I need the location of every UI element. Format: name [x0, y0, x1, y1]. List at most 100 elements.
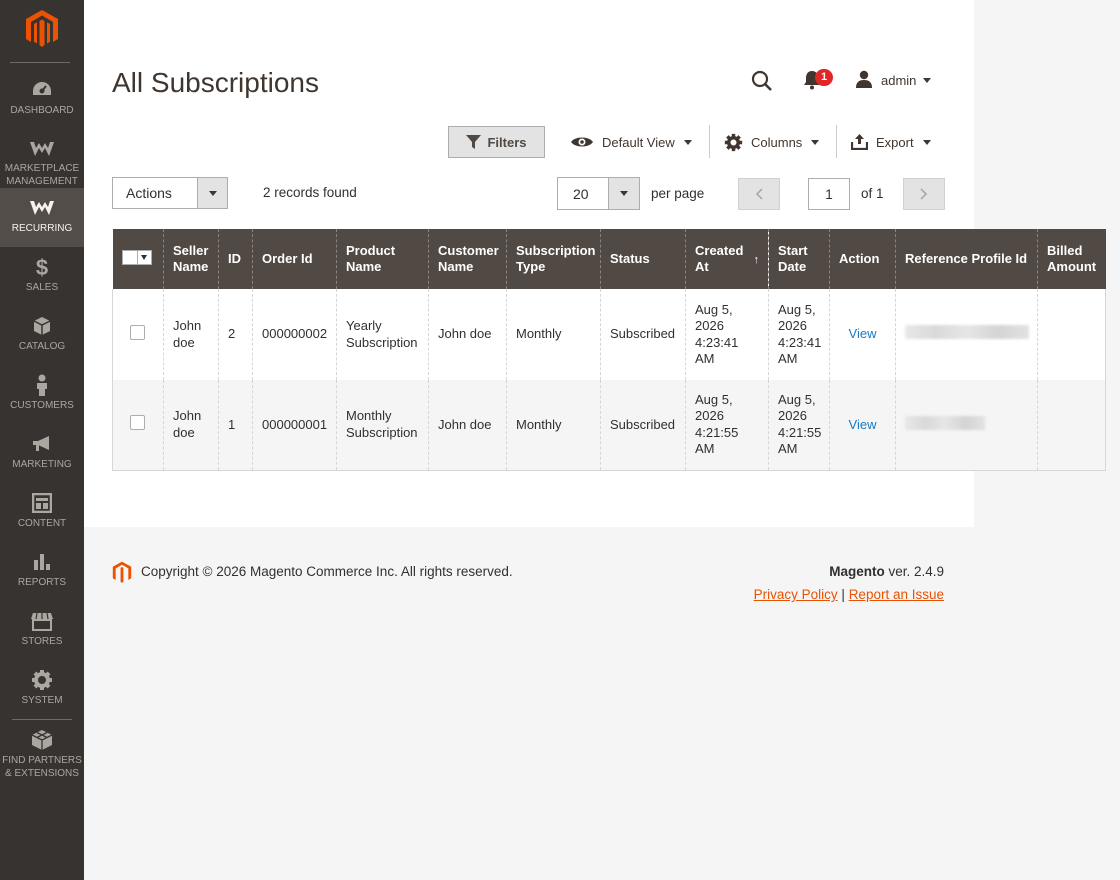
view-link[interactable]: View [849, 417, 877, 432]
sidebar-item-label: CONTENT [17, 518, 67, 529]
mass-select-checkbox[interactable] [121, 250, 152, 265]
redacted-value [905, 415, 985, 430]
report-issue-link[interactable]: Report an Issue [849, 587, 944, 602]
cell-reference-profile-id [895, 289, 1038, 380]
chevron-down-icon [683, 139, 692, 145]
column-header-order-id[interactable]: Order Id [252, 229, 337, 289]
sidebar-item-stores[interactable]: STORES [0, 601, 84, 660]
subscriptions-table: Seller Name ID Order Id Product Name Cus… [112, 229, 1106, 471]
sidebar-item-marketplace-management[interactable]: MARKETPLACE MANAGEMENT [0, 129, 84, 188]
extensions-icon [31, 729, 53, 751]
cell-action: View [829, 380, 896, 471]
view-label: Default View [602, 134, 675, 150]
cell-customer-name: John doe [428, 289, 507, 380]
next-page-button[interactable] [903, 178, 945, 210]
sidebar-item-dashboard[interactable]: DASHBOARD [0, 70, 84, 129]
user-icon [855, 70, 873, 91]
column-header-start-date[interactable]: Start Date [768, 229, 830, 289]
column-header-subscription-type[interactable]: Subscription Type [506, 229, 601, 289]
column-header-id[interactable]: ID [218, 229, 253, 289]
gear-icon [31, 669, 53, 691]
chevron-down-icon [923, 78, 932, 83]
sidebar-item-label: CATALOG [18, 341, 66, 352]
mass-select-header[interactable] [112, 229, 164, 289]
magento-logo[interactable] [0, 0, 84, 58]
store-icon [30, 610, 54, 632]
cell-reference-profile-id [895, 380, 1038, 471]
cell-customer-name: John doe [428, 380, 507, 471]
sidebar-item-sales[interactable]: $ SALES [0, 247, 84, 306]
columns-dropdown[interactable]: Columns [724, 130, 820, 154]
mass-actions-select[interactable]: Actions [112, 177, 228, 209]
column-header-status[interactable]: Status [600, 229, 686, 289]
sidebar-item-marketing[interactable]: MARKETING [0, 424, 84, 483]
view-dropdown[interactable]: Default View [570, 130, 692, 154]
sidebar-divider [10, 62, 70, 63]
toolbar-divider [709, 125, 710, 158]
records-count: 2 records found [263, 185, 357, 200]
chevron-right-icon [920, 188, 928, 200]
notification-badge[interactable]: 1 [815, 69, 833, 86]
version-text: Magento ver. 2.4.9 [829, 564, 944, 579]
row-select-cell [112, 289, 164, 380]
sidebar-item-reports[interactable]: REPORTS [0, 542, 84, 601]
column-header-billed-amount[interactable]: Billed Amount [1037, 229, 1106, 289]
table-row: John doe 2 000000002 Yearly Subscription… [112, 289, 1106, 380]
cell-start-date: Aug 5, 2026 4:23:41 AM [768, 289, 830, 380]
column-header-created-at[interactable]: Created At ↑ [685, 229, 769, 289]
admin-sidebar: DASHBOARD MARKETPLACE MANAGEMENT RECURRI… [0, 0, 84, 880]
sidebar-item-system[interactable]: SYSTEM [0, 660, 84, 719]
sidebar-item-find-partners[interactable]: FIND PARTNERS & EXTENSIONS [0, 720, 84, 779]
box-icon [32, 315, 52, 337]
footer-links: Privacy Policy | Report an Issue [754, 587, 944, 602]
sidebar-item-label: FIND PARTNERS & EXTENSIONS [2, 755, 82, 779]
cell-order-id: 000000002 [252, 289, 337, 380]
column-header-reference-profile-id[interactable]: Reference Profile Id [895, 229, 1038, 289]
cell-product-name: Yearly Subscription [336, 289, 429, 380]
bar-chart-icon [32, 551, 52, 573]
sidebar-item-content[interactable]: CONTENT [0, 483, 84, 542]
user-menu[interactable]: admin [855, 70, 932, 91]
sidebar-item-label: SALES [25, 282, 59, 293]
page-input[interactable]: 1 [808, 178, 850, 210]
filters-button[interactable]: Filters [448, 126, 545, 158]
cell-seller-name: John doe [163, 380, 219, 471]
column-header-customer-name[interactable]: Customer Name [428, 229, 507, 289]
user-name: admin [881, 73, 917, 88]
export-icon [851, 134, 868, 150]
prev-page-button[interactable] [738, 178, 780, 210]
cell-subscription-type: Monthly [506, 380, 601, 471]
chevron-left-icon [755, 188, 763, 200]
sidebar-item-label: RECURRING [11, 223, 73, 234]
cell-status: Subscribed [600, 380, 686, 471]
sidebar-item-customers[interactable]: CUSTOMERS [0, 365, 84, 424]
sidebar-item-label: CUSTOMERS [10, 400, 74, 411]
actions-label: Actions [126, 185, 172, 201]
cell-seller-name: John doe [163, 289, 219, 380]
view-link[interactable]: View [849, 326, 877, 341]
cell-status: Subscribed [600, 289, 686, 380]
layout-icon [32, 492, 52, 514]
search-icon[interactable] [751, 70, 773, 97]
sidebar-item-label: MARKETPLACE MANAGEMENT [4, 163, 80, 187]
column-header-label: Created At [695, 243, 744, 274]
row-checkbox[interactable] [130, 324, 145, 340]
dashboard-icon [31, 79, 53, 101]
version-number: ver. 2.4.9 [884, 564, 944, 579]
cell-id: 2 [218, 289, 253, 380]
privacy-policy-link[interactable]: Privacy Policy [754, 587, 838, 602]
sidebar-item-recurring[interactable]: RECURRING [0, 188, 84, 247]
sidebar-item-catalog[interactable]: CATALOG [0, 306, 84, 365]
cell-billed-amount [1037, 289, 1106, 380]
row-checkbox[interactable] [130, 415, 145, 430]
export-dropdown[interactable]: Export [851, 130, 931, 154]
gear-icon [724, 133, 743, 151]
column-header-product-name[interactable]: Product Name [336, 229, 429, 289]
per-page-select[interactable]: 20 [557, 177, 640, 210]
eye-icon [571, 137, 593, 147]
chevron-down-icon [197, 178, 227, 208]
sidebar-nav: DASHBOARD MARKETPLACE MANAGEMENT RECURRI… [0, 70, 84, 779]
column-header-seller-name[interactable]: Seller Name [163, 229, 219, 289]
webkul-icon [29, 197, 55, 219]
cell-id: 1 [218, 380, 253, 471]
